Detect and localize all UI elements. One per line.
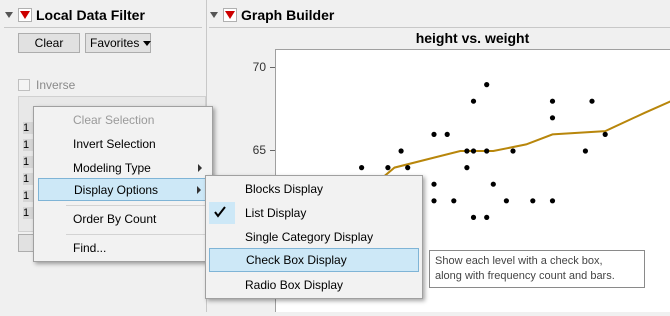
menu-item-clear-selection: Clear Selection: [34, 108, 212, 132]
collapse-triangle-icon[interactable]: [4, 10, 14, 20]
data-point[interactable]: [484, 215, 489, 220]
tooltip-line: along with frequency count and bars.: [435, 269, 639, 284]
display-options-submenu: Blocks Display List Display Single Categ…: [205, 175, 423, 299]
collapse-triangle-icon[interactable]: [209, 10, 219, 20]
data-point[interactable]: [471, 148, 476, 153]
clear-button-label: Clear: [35, 36, 64, 50]
tooltip-line: Show each level with a check box,: [435, 254, 639, 269]
header-divider: [209, 27, 670, 28]
data-point[interactable]: [504, 198, 509, 203]
data-point[interactable]: [550, 115, 555, 120]
data-point[interactable]: [550, 198, 555, 203]
checkmark-icon: [214, 205, 226, 221]
menu-item-label: Check Box Display: [246, 253, 347, 267]
menu-item-single-category-display[interactable]: Single Category Display: [206, 225, 422, 249]
data-point[interactable]: [464, 165, 469, 170]
data-point[interactable]: [510, 148, 515, 153]
data-point[interactable]: [445, 132, 450, 137]
data-point[interactable]: [583, 148, 588, 153]
panel-title: Graph Builder: [241, 7, 334, 23]
menu-item-modeling-type[interactable]: Modeling Type: [34, 156, 212, 180]
menu-item-label: Modeling Type: [73, 161, 151, 175]
data-point[interactable]: [464, 148, 469, 153]
data-point[interactable]: [484, 148, 489, 153]
y-tick-mark: [270, 67, 275, 68]
menu-item-blocks-display[interactable]: Blocks Display: [206, 177, 422, 201]
chevron-down-icon: [143, 41, 151, 46]
menu-separator: [66, 234, 208, 235]
y-tick-label: 70: [242, 60, 266, 74]
favorites-label: Favorites: [90, 36, 139, 50]
data-point[interactable]: [385, 165, 390, 170]
data-point[interactable]: [431, 132, 436, 137]
local-data-filter-header: Local Data Filter: [4, 4, 145, 26]
data-point[interactable]: [484, 82, 489, 87]
menu-item-label: Radio Box Display: [245, 278, 343, 292]
data-point[interactable]: [471, 215, 476, 220]
chart-title: height vs. weight: [275, 30, 670, 46]
menu-item-label: Order By Count: [73, 212, 156, 226]
red-triangle-menu-icon[interactable]: [223, 8, 237, 22]
data-point[interactable]: [530, 198, 535, 203]
menu-item-find[interactable]: Find...: [34, 236, 212, 260]
favorites-dropdown[interactable]: Favorites: [85, 33, 151, 53]
menu-item-label: Blocks Display: [245, 182, 323, 196]
data-point[interactable]: [550, 99, 555, 104]
menu-item-label: Clear Selection: [73, 113, 154, 127]
menu-item-list-display[interactable]: List Display: [206, 201, 422, 225]
data-point[interactable]: [359, 165, 364, 170]
submenu-arrow-icon: [198, 164, 202, 172]
menu-item-label: Display Options: [74, 183, 158, 197]
data-point[interactable]: [431, 198, 436, 203]
clear-button[interactable]: Clear: [18, 33, 80, 53]
menu-item-label: Find...: [73, 241, 106, 255]
menu-item-check-box-display[interactable]: Check Box Display: [209, 248, 419, 272]
data-point[interactable]: [431, 182, 436, 187]
tooltip: Show each level with a check box, along …: [429, 250, 645, 288]
panel-title: Local Data Filter: [36, 7, 145, 23]
inverse-label: Inverse: [36, 78, 75, 92]
data-point[interactable]: [399, 148, 404, 153]
menu-item-label: Single Category Display: [245, 230, 373, 244]
submenu-arrow-icon: [197, 186, 201, 194]
menu-item-order-by-count[interactable]: Order By Count: [34, 207, 212, 231]
y-tick-label: 65: [242, 143, 266, 157]
data-point[interactable]: [405, 165, 410, 170]
data-point[interactable]: [471, 99, 476, 104]
y-tick-mark: [270, 150, 275, 151]
menu-item-display-options[interactable]: Display Options: [38, 178, 208, 201]
graph-builder-header: Graph Builder: [209, 4, 334, 26]
menu-item-radio-box-display[interactable]: Radio Box Display: [206, 273, 422, 297]
inverse-checkbox[interactable]: [18, 79, 30, 91]
red-triangle-menu-icon[interactable]: [18, 8, 32, 22]
data-point[interactable]: [589, 99, 594, 104]
menu-separator: [66, 205, 208, 206]
data-point[interactable]: [491, 182, 496, 187]
menu-item-label: Invert Selection: [73, 137, 156, 151]
data-point[interactable]: [451, 198, 456, 203]
inverse-option[interactable]: Inverse: [18, 78, 75, 92]
data-point[interactable]: [603, 132, 608, 137]
filter-context-menu: Clear Selection Invert Selection Modelin…: [33, 106, 213, 262]
menu-item-label: List Display: [245, 206, 306, 220]
header-divider: [4, 27, 202, 28]
menu-item-invert-selection[interactable]: Invert Selection: [34, 132, 212, 156]
